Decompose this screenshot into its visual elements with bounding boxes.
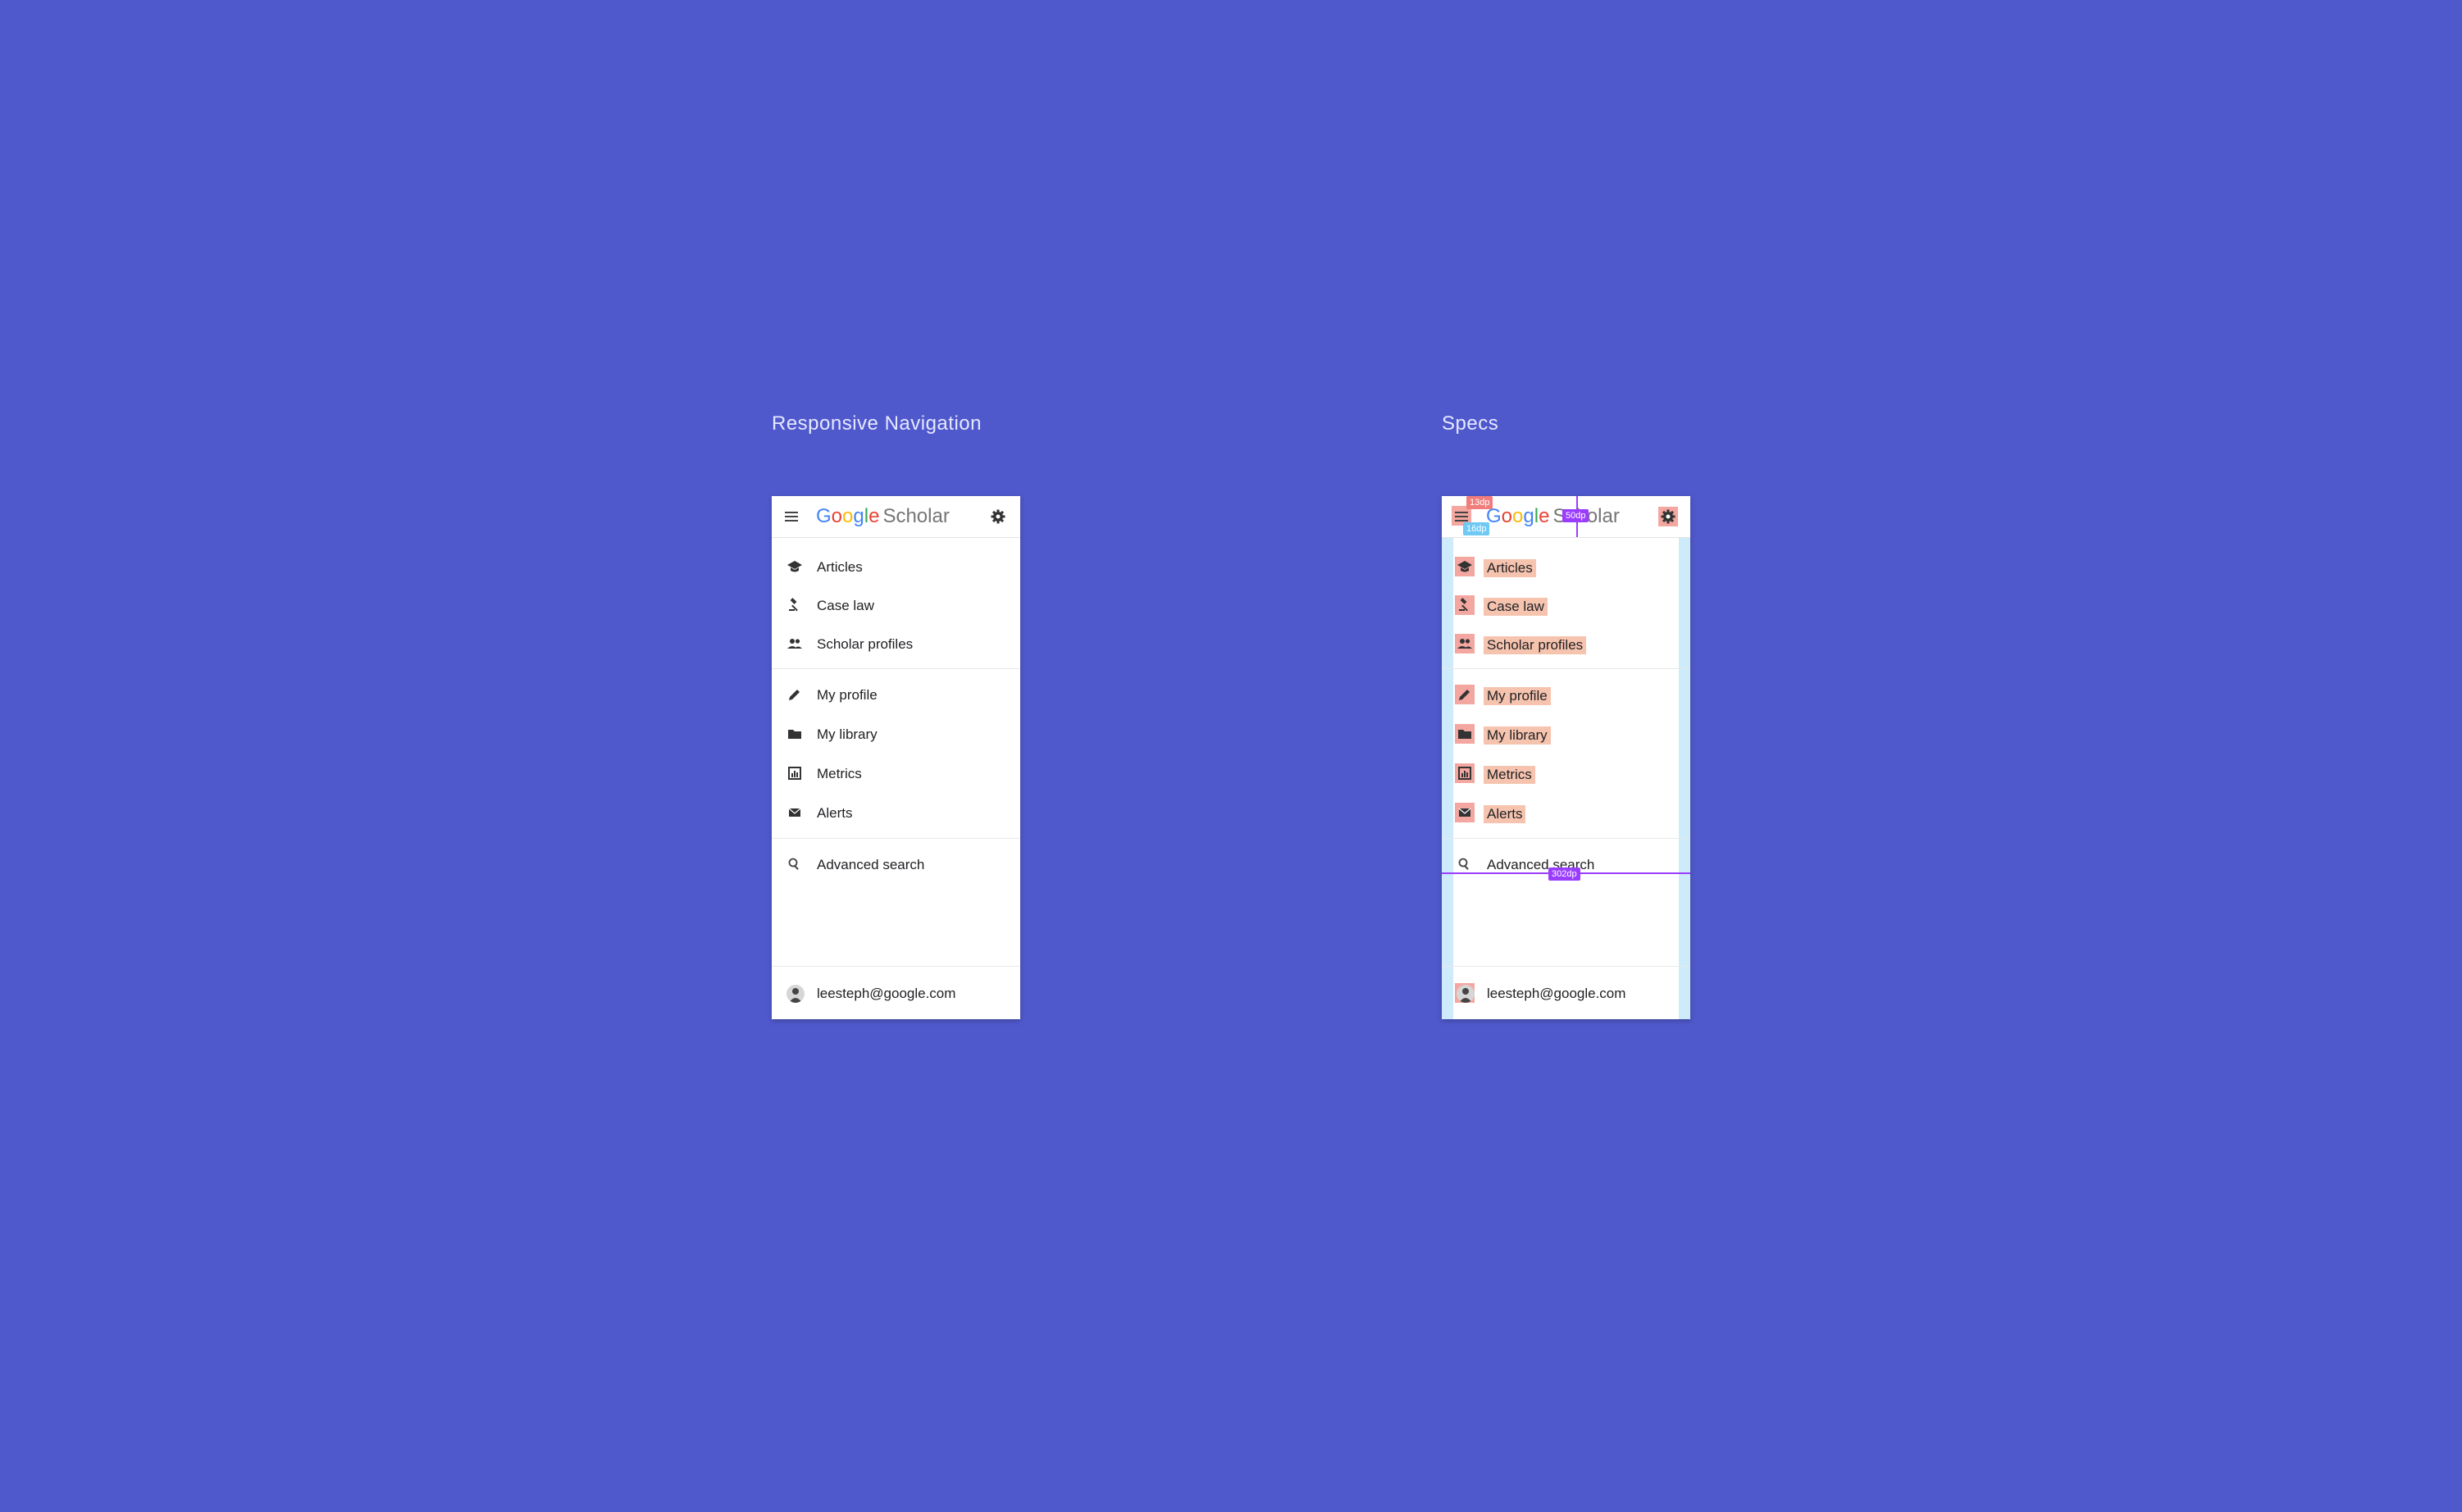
frame-title-specs: Specs	[1442, 412, 1499, 435]
nav-item-label: Scholar profiles	[1484, 636, 1587, 654]
account-item[interactable]: leesteph@google.com	[1442, 977, 1690, 1009]
nav-item-label: My profile	[1484, 687, 1551, 705]
nav-item-scholar-profiles[interactable]: Scholar profiles	[1442, 627, 1690, 660]
nav-item-my-profile[interactable]: My profile	[772, 678, 1020, 711]
spec-tag-50dp: 50dp	[1562, 509, 1589, 522]
nav-item-my-library[interactable]: My library	[772, 717, 1020, 750]
nav-item-label: Case law	[817, 598, 874, 613]
nav-item-label: Advanced search	[817, 857, 925, 872]
divider	[772, 838, 1020, 839]
nav-item-label: Alerts	[817, 805, 853, 821]
google-scholar-logo[interactable]: GoogleScholar	[816, 505, 950, 528]
nav-drawer: Google Scholar Articles Case law Scholar …	[772, 496, 1020, 1019]
nav-item-articles[interactable]: Articles	[1442, 550, 1690, 583]
nav-item-label: Metrics	[817, 766, 862, 781]
divider	[1442, 668, 1690, 669]
nav-item-label: Articles	[1484, 559, 1536, 577]
folder-icon	[1458, 730, 1471, 739]
nav-item-alerts[interactable]: Alerts	[1442, 796, 1690, 829]
account-email: leesteph@google.com	[1487, 986, 1626, 1001]
nav-item-label: My library	[1484, 726, 1551, 745]
nav-item-metrics[interactable]: Metrics	[772, 757, 1020, 790]
people-icon	[787, 639, 802, 649]
nav-item-label: My profile	[817, 687, 878, 703]
nav-item-my-library[interactable]: My library	[1442, 717, 1690, 750]
specs-drawer: GoogleScholar 13dp 16dp 50dp Articles Ca…	[1442, 496, 1690, 1019]
people-icon	[1457, 639, 1472, 649]
nav-item-alerts[interactable]: Alerts	[772, 796, 1020, 829]
drawer-header: GoogleScholar	[772, 496, 1020, 538]
search-icon	[1458, 858, 1469, 870]
account-email: leesteph@google.com	[817, 986, 956, 1001]
folder-icon	[788, 730, 801, 739]
nav-item-scholar-profiles[interactable]: Scholar profiles	[772, 627, 1020, 660]
chart-icon	[1458, 767, 1471, 780]
nav-item-label: Alerts	[1484, 805, 1526, 823]
nav-item-articles[interactable]: Articles	[772, 550, 1020, 583]
nav-item-advanced-search[interactable]: Advanced search	[772, 848, 1020, 881]
envelope-icon	[1458, 808, 1471, 817]
menu-icon[interactable]	[783, 508, 800, 525]
mortarboard-icon	[787, 561, 802, 572]
google-scholar-logo[interactable]: GoogleScholar	[1486, 505, 1620, 528]
divider	[1442, 966, 1690, 967]
pencil-icon	[789, 690, 800, 700]
avatar	[1457, 985, 1475, 1003]
nav-item-label: Case law	[1484, 598, 1548, 616]
nav-item-label: Metrics	[1484, 766, 1535, 784]
nav-item-case-law[interactable]: Case law	[1442, 589, 1690, 622]
envelope-icon	[788, 808, 801, 817]
nav-item-label: Scholar profiles	[817, 636, 914, 652]
search-icon	[788, 858, 799, 870]
frame-title-responsive-navigation: Responsive Navigation	[772, 412, 982, 435]
spec-tag-16dp: 16dp	[1463, 522, 1490, 535]
spec-tag-13dp: 13dp	[1466, 496, 1493, 509]
nav-item-label: My library	[817, 726, 878, 742]
nav-item-metrics[interactable]: Metrics	[1442, 757, 1690, 790]
avatar	[786, 985, 805, 1003]
gavel-icon	[789, 598, 798, 612]
gavel-icon	[1459, 598, 1468, 612]
pencil-icon	[1459, 690, 1470, 700]
account-item[interactable]: leesteph@google.com	[772, 977, 1020, 1009]
divider	[772, 668, 1020, 669]
nav-item-label: Articles	[817, 559, 863, 575]
divider	[1442, 838, 1690, 839]
spec-tag-302dp: 302dp	[1548, 868, 1580, 881]
mortarboard-icon	[1457, 561, 1472, 572]
nav-item-my-profile[interactable]: My profile	[1442, 678, 1690, 711]
nav-item-case-law[interactable]: Case law	[772, 589, 1020, 622]
gear-icon[interactable]	[990, 508, 1006, 525]
divider	[772, 966, 1020, 967]
chart-icon	[788, 767, 801, 780]
gear-icon[interactable]	[1660, 508, 1676, 525]
